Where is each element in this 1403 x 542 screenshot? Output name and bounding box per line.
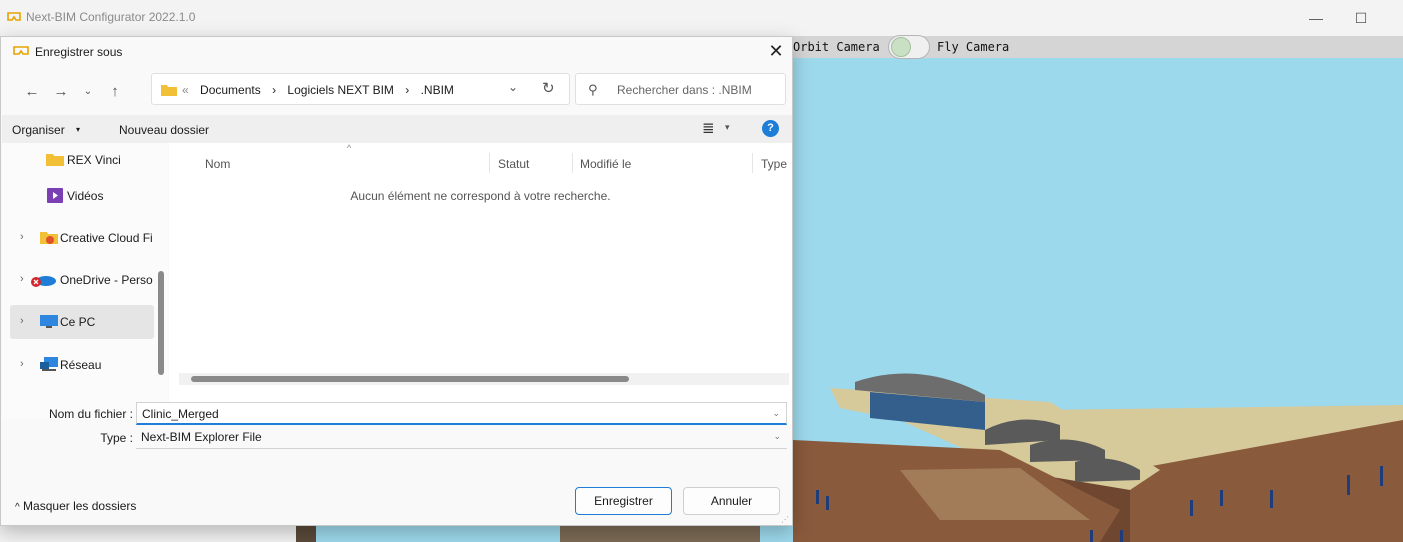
breadcrumb-nbim[interactable]: .NBIM [421, 83, 454, 97]
up-arrow-icon[interactable]: ↑ [104, 81, 126, 103]
nav-item-creative-cloud[interactable]: › Creative Cloud Fi [10, 221, 154, 255]
nav-item-label: Vidéos [67, 189, 104, 203]
sort-caret-icon: ^ [347, 143, 352, 153]
nav-item-onedrive[interactable]: › OneDrive - Perso [10, 263, 154, 297]
folder-icon [46, 154, 64, 166]
videos-icon [47, 188, 63, 203]
save-as-dialog: Enregistrer sous ✕ ← → ⌄ ↑ « Documents ›… [0, 36, 793, 526]
horizontal-scrollbar[interactable] [179, 373, 789, 385]
command-bar: Organiser ▾ Nouveau dossier ≣ ▾ ? [2, 115, 792, 143]
app-logo-icon [13, 46, 29, 55]
file-type-select[interactable]: Next-BIM Explorer File ⌄ [136, 426, 787, 449]
back-arrow-icon[interactable]: ← [21, 81, 43, 103]
nav-item-label: REX Vinci [67, 153, 121, 167]
nav-item-label: Creative Cloud Fi [60, 231, 153, 245]
creative-cloud-icon [40, 232, 58, 244]
search-placeholder: Rechercher dans : .NBIM [617, 83, 752, 97]
nav-item-label: Réseau [60, 358, 102, 372]
navigation-pane: REX Vinci Vidéos › Creative Cloud Fi › O… [2, 143, 168, 419]
dialog-title: Enregistrer sous [35, 45, 123, 59]
address-dropdown-icon[interactable]: ⌄ [508, 80, 518, 94]
column-separator[interactable] [489, 153, 490, 173]
column-header-type[interactable]: Type [761, 157, 787, 171]
breadcrumb-separator: › [405, 83, 410, 97]
filename-label: Nom du fichier : [48, 407, 133, 421]
view-options-icon[interactable]: ≣ [702, 119, 715, 137]
horizontal-scrollbar-thumb[interactable] [191, 376, 629, 382]
chevron-right-icon[interactable]: › [20, 273, 24, 285]
column-header-status[interactable]: Statut [498, 157, 529, 171]
file-type-value: Next-BIM Explorer File [141, 430, 262, 444]
nav-item-videos[interactable]: Vidéos [10, 179, 154, 213]
filename-dropdown-icon[interactable]: ⌄ [772, 408, 780, 419]
column-header-modified[interactable]: Modifié le [580, 157, 631, 171]
chevron-right-icon[interactable]: › [20, 231, 24, 243]
search-icon: ⚲ [588, 82, 598, 97]
forward-arrow-icon[interactable]: → [50, 81, 72, 103]
empty-message: Aucun élément ne correspond à votre rech… [350, 189, 611, 203]
new-folder-button[interactable]: Nouveau dossier [119, 123, 209, 137]
breadcrumb-documents[interactable]: Documents [200, 83, 261, 97]
breadcrumb: « Documents › Logiciels NEXT BIM › .NBIM [182, 83, 454, 97]
type-label: Type : [100, 431, 133, 445]
file-type-dropdown-icon[interactable]: ⌄ [773, 431, 781, 442]
close-icon[interactable]: ✕ [765, 40, 787, 62]
folder-icon [161, 85, 177, 96]
recent-locations-chevron-icon[interactable]: ⌄ [77, 81, 99, 103]
nav-item-label: OneDrive - Perso [60, 273, 153, 287]
navigation-scrollbar-thumb[interactable] [158, 271, 164, 375]
column-header-name[interactable]: Nom [205, 157, 230, 171]
nav-item-ce-pc[interactable]: › Ce PC [10, 305, 154, 339]
chevron-up-icon: ^ [15, 502, 20, 513]
column-separator[interactable] [572, 153, 573, 173]
filename-field[interactable]: Clinic_Merged ⌄ [136, 402, 787, 425]
nav-item-reseau[interactable]: › Réseau [10, 348, 154, 382]
filename-value: Clinic_Merged [142, 407, 219, 421]
chevron-right-icon[interactable]: › [20, 315, 24, 327]
breadcrumb-separator: › [272, 83, 277, 97]
refresh-icon[interactable]: ↻ [542, 79, 555, 97]
computer-icon [40, 315, 58, 328]
search-input[interactable]: ⚲ Rechercher dans : .NBIM [575, 73, 786, 105]
nav-item-rex-vinci[interactable]: REX Vinci [10, 143, 154, 177]
hide-folders-toggle[interactable]: ^ Masquer les dossiers [15, 499, 136, 513]
nav-item-label: Ce PC [60, 315, 96, 329]
column-separator[interactable] [752, 153, 753, 173]
organise-caret-icon: ▾ [76, 125, 81, 134]
onedrive-icon [31, 276, 56, 287]
breadcrumb-logiciels[interactable]: Logiciels NEXT BIM [287, 83, 393, 97]
network-icon [40, 357, 58, 371]
hide-folders-label: Masquer les dossiers [23, 499, 137, 513]
cancel-button[interactable]: Annuler [683, 487, 780, 515]
help-icon[interactable]: ? [762, 120, 779, 137]
save-button[interactable]: Enregistrer [575, 487, 672, 515]
chevron-right-icon[interactable]: › [20, 358, 24, 370]
resize-grip-icon[interactable]: ⋰ [781, 515, 789, 524]
view-caret-icon[interactable]: ▾ [725, 122, 730, 133]
organise-menu[interactable]: Organiser [12, 123, 65, 137]
address-bar[interactable]: « Documents › Logiciels NEXT BIM › .NBIM… [151, 73, 570, 105]
